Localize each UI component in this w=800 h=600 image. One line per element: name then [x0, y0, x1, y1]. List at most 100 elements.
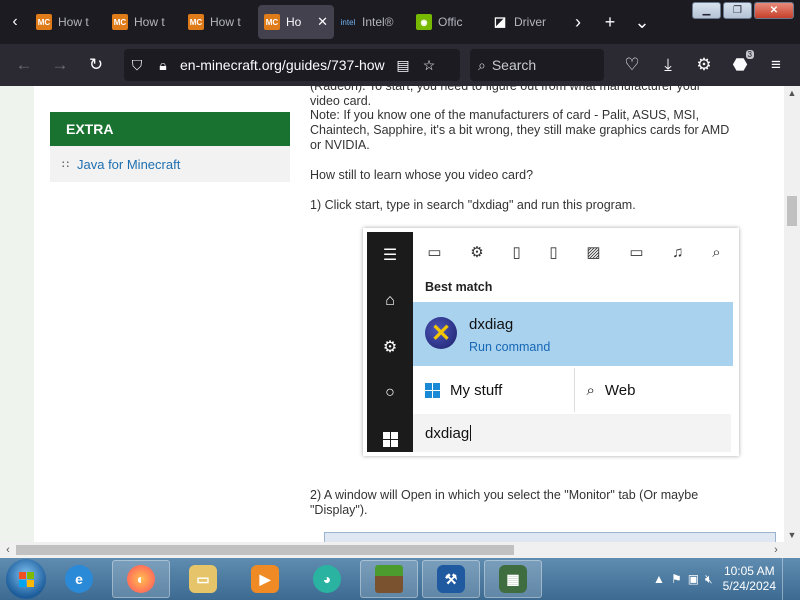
close-window-button[interactable]: ✕: [754, 2, 794, 19]
cortana-circle-icon: ○: [385, 384, 395, 401]
tab-1[interactable]: MC How t: [30, 5, 106, 39]
network-icon[interactable]: ▣: [688, 572, 699, 586]
windows-logo-icon: [18, 571, 34, 587]
web-label: Web: [604, 381, 636, 399]
reader-view-icon[interactable]: ▤: [390, 57, 416, 74]
search-icon: ⌕: [478, 56, 486, 73]
article-text: Note: If you know one of the manufacture…: [310, 108, 700, 122]
sidebar-link-label[interactable]: Java for Minecraft: [77, 157, 180, 172]
system-monitor-icon: ▦: [499, 565, 527, 593]
tab-scroll-right-icon[interactable]: ›: [562, 0, 594, 44]
lock-icon[interactable]: 🔒︎: [150, 57, 176, 74]
tab-bar: ‹ MC How t MC How t MC How t MC Ho ✕ int…: [0, 0, 800, 44]
music-filter-icon: ♫: [672, 243, 684, 261]
tab-label: Driver: [514, 15, 546, 29]
pocket-icon[interactable]: ♡: [614, 44, 650, 86]
start-button[interactable]: [6, 559, 46, 599]
search-placeholder: Search: [491, 57, 537, 73]
taskbar-explorer[interactable]: ▭: [174, 560, 232, 598]
clock-time: 10:05 AM: [723, 564, 775, 578]
article-text: 1) Click start, type in search "dxdiag" …: [310, 198, 636, 212]
scroll-left-icon[interactable]: ‹: [0, 542, 16, 558]
taskbar-firefox[interactable]: ◐: [112, 560, 170, 598]
vertical-scrollbar[interactable]: ▲ ▼: [784, 86, 800, 542]
tab-scroll-left-icon[interactable]: ‹: [0, 0, 30, 44]
minecraft-favicon-icon: MC: [112, 14, 128, 30]
article-text: Chaintech, Sapphire, it's a bit wrong, t…: [310, 123, 730, 137]
minimize-button[interactable]: ▁: [692, 2, 721, 19]
extra-heading: EXTRA: [50, 112, 290, 146]
tab-4-active[interactable]: MC Ho ✕: [258, 5, 334, 39]
settings-gear-icon: ⚙: [382, 339, 398, 356]
tab-label: How t: [210, 15, 241, 29]
url-text[interactable]: en-minecraft.org/guides/737-how: [180, 57, 390, 73]
result-title: dxdiag: [469, 316, 514, 333]
settings-filter-icon: ⚙: [470, 244, 484, 261]
media-player-icon: ▶: [251, 565, 279, 593]
tab-7[interactable]: ◪ Driver: [486, 5, 562, 39]
scroll-up-icon[interactable]: ▲: [784, 88, 800, 98]
forward-icon[interactable]: →: [42, 44, 78, 86]
bullet-icon: ∷: [62, 158, 69, 171]
firefox-icon: ◐: [127, 565, 155, 593]
internet-explorer-icon: e: [65, 565, 93, 593]
clock[interactable]: 10:05 AM 5/24/2024: [723, 564, 776, 594]
best-match-result: ✕ dxdiag Run command: [413, 302, 733, 366]
tab-label: How t: [58, 15, 89, 29]
horizontal-scrollbar[interactable]: ‹ ›: [0, 542, 784, 558]
horizontal-scroll-thumb[interactable]: [16, 545, 514, 555]
scope-row: My stuff ⌕ Web: [413, 368, 735, 412]
taskbar-media[interactable]: ▶: [236, 560, 294, 598]
taskbar-monitor[interactable]: ▦: [484, 560, 542, 598]
tab-6[interactable]: ◉ Offic: [410, 5, 486, 39]
new-tab-icon[interactable]: +: [594, 0, 626, 44]
system-tray: ▲ ⚑ ▣ 🔇︎ 10:05 AM 5/24/2024: [653, 558, 800, 600]
restore-button[interactable]: ❐: [723, 2, 752, 19]
tab-2[interactable]: MC How t: [106, 5, 182, 39]
back-icon[interactable]: ←: [6, 44, 42, 86]
taskbar-tool[interactable]: ⚒: [422, 560, 480, 598]
best-match-label: Best match: [425, 280, 493, 294]
tool-icon: ⚒: [437, 565, 465, 593]
show-desktop-button[interactable]: [782, 558, 796, 600]
vertical-scroll-thumb[interactable]: [787, 196, 797, 226]
taskbar-app-teal[interactable]: ◕: [298, 560, 356, 598]
article-text: (Radeon). To start, you need to figure o…: [310, 86, 701, 93]
article-text: or NVIDIA.: [310, 138, 370, 152]
minecraft-favicon-icon: MC: [264, 14, 280, 30]
sidebar-link-java[interactable]: ∷ Java for Minecraft: [50, 146, 290, 182]
app-icon: ◕: [313, 565, 341, 593]
scroll-right-icon[interactable]: ›: [768, 542, 784, 558]
volume-muted-icon[interactable]: 🔇︎: [705, 572, 713, 587]
search-input[interactable]: ⌕ Search: [470, 49, 604, 81]
result-subtitle: Run command: [469, 340, 551, 354]
tab-5[interactable]: intel Intel®: [334, 5, 410, 39]
flag-icon[interactable]: ⚑: [671, 572, 682, 586]
list-tabs-icon[interactable]: ⌄: [626, 0, 658, 44]
extension-badge: 3: [745, 50, 754, 59]
tab-label: Intel®: [362, 15, 394, 29]
menu-icon[interactable]: ≡: [758, 44, 794, 86]
address-bar[interactable]: ⛉ 🔒︎ en-minecraft.org/guides/737-how ▤ ☆: [124, 49, 460, 81]
taskbar-minecraft[interactable]: [360, 560, 418, 598]
bookmark-star-icon[interactable]: ☆: [416, 57, 442, 74]
filter-icons: ▭ ⚙ ▯ ▯ ▨ ▭ ♫ ⌕: [413, 232, 735, 272]
tab-close-icon[interactable]: ✕: [317, 14, 328, 30]
taskbar-ie[interactable]: e: [50, 560, 108, 598]
ublock-icon[interactable]: ⬣ 3: [722, 44, 758, 86]
photos-filter-icon: ▨: [586, 244, 601, 261]
downloads-icon[interactable]: ⤓: [650, 44, 686, 86]
scroll-down-icon[interactable]: ▼: [784, 530, 800, 540]
reload-icon[interactable]: ↻: [78, 44, 114, 86]
start-rail: ☰ ⌂ ⚙ ○: [367, 232, 413, 452]
my-stuff-scope: My stuff: [413, 368, 574, 412]
monitor-tab-screenshot-top: [324, 532, 776, 542]
nav-bar: ← → ↻ ⛉ 🔒︎ en-minecraft.org/guides/737-h…: [0, 44, 800, 86]
page-container: EXTRA ∷ Java for Minecraft (Radeon). To …: [34, 86, 784, 542]
tab-3[interactable]: MC How t: [182, 5, 258, 39]
tray-expand-icon[interactable]: ▲: [653, 572, 665, 586]
shield-icon[interactable]: ⛉: [124, 57, 150, 74]
scroll-corner: [784, 542, 800, 558]
extensions-icon[interactable]: ⚙: [686, 44, 722, 86]
tab-label: How t: [134, 15, 165, 29]
